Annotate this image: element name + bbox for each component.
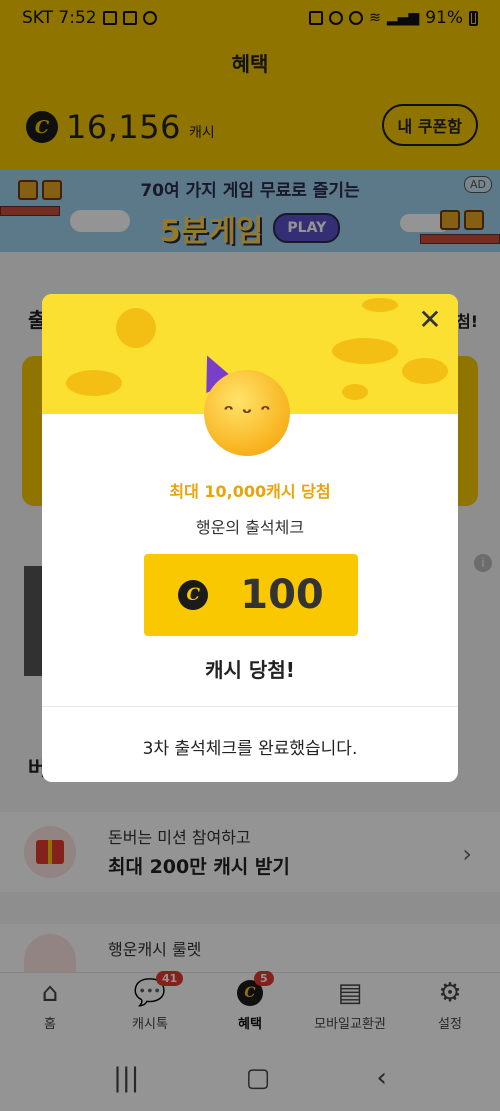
benefit-page: SKT 7:52 ≋ ▂▄▆ 91% 혜택 C 16,156 캐시 내 쿠폰함	[0, 0, 500, 1111]
coin-decoration	[402, 358, 448, 384]
reward-amount-box: C 100	[144, 554, 358, 636]
attendance-reward-modal: ᵔ ᵕ ᵔ ✕ 최대 10,000캐시 당첨 행운의 출석체크 C 100 캐시…	[42, 294, 458, 782]
coin-decoration	[332, 338, 398, 364]
reward-result-text: 캐시 당첨!	[205, 658, 295, 682]
coin-decoration	[116, 308, 156, 348]
close-icon[interactable]: ✕	[416, 306, 444, 334]
completion-message: 3차 출석체크를 완료했습니다.	[142, 739, 358, 759]
modal-title: 최대 10,000캐시 당첨	[169, 482, 331, 501]
coin-decoration	[342, 384, 368, 400]
cash-coin-icon: C	[178, 580, 209, 610]
coin-decoration	[66, 370, 122, 396]
divider	[42, 706, 458, 707]
reward-amount: 100	[240, 572, 324, 618]
modal-subtitle: 행운의 출석체크	[195, 518, 305, 537]
party-face-emoji-icon: ᵔ ᵕ ᵔ	[204, 370, 290, 456]
coin-decoration	[362, 298, 398, 312]
